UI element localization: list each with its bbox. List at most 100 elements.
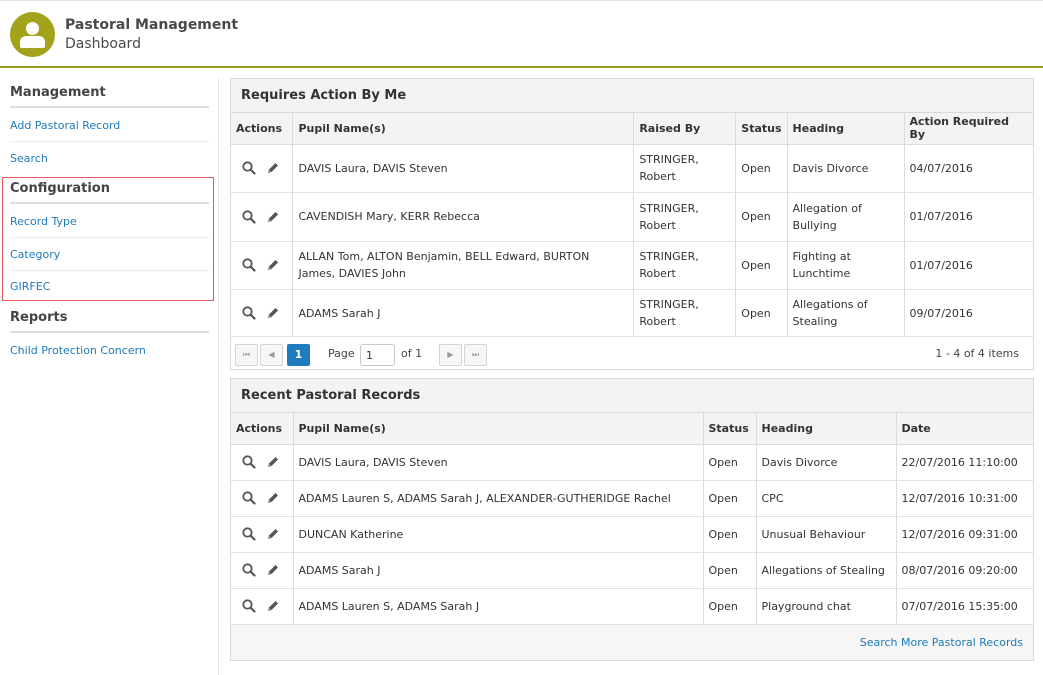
pager-prev-button[interactable]: ◀ bbox=[260, 344, 283, 366]
action-required-by-cell: 01/07/2016 bbox=[903, 241, 1033, 290]
table-row[interactable]: ALLAN Tom, ALTON Benjamin, BELL Edward, … bbox=[231, 241, 1033, 290]
view-record-search-icon[interactable] bbox=[240, 256, 258, 274]
view-record-search-icon[interactable] bbox=[240, 304, 258, 322]
edit-record-pencil-icon[interactable] bbox=[264, 208, 282, 226]
pager-page-label: Page bbox=[328, 347, 355, 360]
status-cell: Open bbox=[702, 516, 756, 553]
table-row[interactable]: ADAMS Sarah J Open Allegations of Stealing… bbox=[231, 552, 1033, 589]
view-record-search-icon[interactable] bbox=[240, 208, 258, 226]
column-header-pupil-names[interactable]: Pupil Name(s) bbox=[292, 113, 634, 145]
table-row[interactable]: ADAMS Lauren S, ADAMS Sarah J Open Playgro… bbox=[231, 588, 1033, 625]
requires-action-table: Actions Pupil Name(s) Raised By Status H… bbox=[231, 113, 1033, 337]
row-actions bbox=[231, 241, 293, 290]
column-header-date[interactable]: Date bbox=[895, 413, 1033, 445]
sidebar-heading-reports: Reports bbox=[10, 310, 209, 333]
column-header-pupil-names[interactable]: Pupil Name(s) bbox=[292, 413, 703, 445]
search-more-records-link[interactable]: Search More Pastoral Records bbox=[860, 636, 1023, 649]
heading-cell: CPC bbox=[755, 480, 896, 517]
date-cell: 07/07/2016 15:35:00 bbox=[895, 588, 1033, 625]
edit-record-pencil-icon[interactable] bbox=[264, 304, 282, 322]
table-row[interactable]: ADAMS Lauren S, ADAMS Sarah J, ALEXANDER… bbox=[231, 480, 1033, 517]
raised-by-cell: STRINGER, Robert bbox=[633, 241, 736, 290]
view-record-search-icon[interactable] bbox=[240, 489, 258, 507]
edit-record-pencil-icon[interactable] bbox=[264, 525, 282, 543]
view-record-search-icon[interactable] bbox=[240, 597, 258, 615]
status-cell: Open bbox=[735, 289, 788, 337]
row-actions bbox=[231, 480, 293, 517]
heading-cell: Allegations of Stealing bbox=[755, 552, 896, 589]
pupil-names-cell: ADAMS Sarah J bbox=[292, 289, 634, 337]
edit-record-pencil-icon[interactable] bbox=[264, 159, 282, 177]
row-actions bbox=[231, 552, 293, 589]
configuration-highlight-box bbox=[2, 177, 214, 301]
user-avatar-icon bbox=[10, 12, 55, 57]
status-cell: Open bbox=[735, 144, 788, 193]
pupil-names-cell: DAVIS Laura, DAVIS Steven bbox=[292, 144, 634, 193]
sidebar-item-child-protection-concern[interactable]: Child Protection Concern bbox=[10, 344, 209, 366]
action-required-by-cell: 04/07/2016 bbox=[903, 144, 1033, 193]
sidebar-item-search[interactable]: Search bbox=[10, 152, 209, 174]
edit-record-pencil-icon[interactable] bbox=[264, 489, 282, 507]
sidebar-heading-management: Management bbox=[10, 85, 209, 108]
heading-cell: Playground chat bbox=[755, 588, 896, 625]
row-actions bbox=[231, 588, 293, 625]
status-cell: Open bbox=[702, 588, 756, 625]
table-row[interactable]: DUNCAN Katherine Open Unusual Behaviour 12/… bbox=[231, 516, 1033, 553]
pager-page-1-button[interactable]: 1 bbox=[287, 344, 310, 366]
edit-record-pencil-icon[interactable] bbox=[264, 453, 282, 471]
edit-record-pencil-icon[interactable] bbox=[264, 256, 282, 274]
table-row[interactable]: ADAMS Sarah J STRINGER, Robert Open Allegat… bbox=[231, 289, 1033, 337]
status-cell: Open bbox=[702, 480, 756, 517]
row-actions bbox=[231, 516, 293, 553]
column-header-actions: Actions bbox=[231, 413, 293, 445]
date-cell: 22/07/2016 11:10:00 bbox=[895, 444, 1033, 481]
column-header-action-required-by[interactable]: Action Required By bbox=[903, 113, 1033, 145]
view-record-search-icon[interactable] bbox=[240, 453, 258, 471]
heading-cell: Davis Divorce bbox=[755, 444, 896, 481]
table-row[interactable]: DAVIS Laura, DAVIS Steven STRINGER, Rober… bbox=[231, 144, 1033, 193]
row-actions bbox=[231, 192, 293, 242]
sidebar: Management Add Pastoral Record Search Co… bbox=[0, 78, 219, 675]
date-cell: 12/07/2016 10:31:00 bbox=[895, 480, 1033, 517]
pager-info: 1 - 4 of 4 items bbox=[935, 347, 1019, 360]
sidebar-item-add-pastoral-record[interactable]: Add Pastoral Record bbox=[10, 119, 209, 142]
page-subtitle: Dashboard bbox=[65, 36, 141, 52]
edit-record-pencil-icon[interactable] bbox=[264, 597, 282, 615]
column-header-status[interactable]: Status bbox=[702, 413, 756, 445]
view-record-search-icon[interactable] bbox=[240, 525, 258, 543]
date-cell: 08/07/2016 09:20:00 bbox=[895, 552, 1033, 589]
heading-cell: Davis Divorce bbox=[786, 144, 904, 193]
app-title: Pastoral Management bbox=[65, 17, 239, 33]
column-header-status[interactable]: Status bbox=[735, 113, 788, 145]
row-actions bbox=[231, 289, 293, 337]
recent-records-title: Recent Pastoral Records bbox=[231, 379, 1033, 413]
row-actions bbox=[231, 144, 293, 193]
status-cell: Open bbox=[735, 192, 788, 242]
pupil-names-cell: CAVENDISH Mary, KERR Rebecca bbox=[292, 192, 634, 242]
column-header-raised-by[interactable]: Raised By bbox=[633, 113, 736, 145]
raised-by-cell: STRINGER, Robert bbox=[633, 192, 736, 242]
table-row[interactable]: DAVIS Laura, DAVIS Steven Open Davis Divor… bbox=[231, 444, 1033, 481]
pager-first-button[interactable]: ⏮ bbox=[235, 344, 258, 366]
pager-last-button[interactable]: ⏭ bbox=[464, 344, 487, 366]
column-header-heading[interactable]: Heading bbox=[786, 113, 904, 145]
requires-action-title: Requires Action By Me bbox=[231, 79, 1033, 113]
table-row[interactable]: CAVENDISH Mary, KERR Rebecca STRINGER, Ro… bbox=[231, 192, 1033, 242]
column-header-heading[interactable]: Heading bbox=[755, 413, 896, 445]
pager-of-label: of 1 bbox=[401, 347, 423, 360]
date-cell: 12/07/2016 09:31:00 bbox=[895, 516, 1033, 553]
heading-cell: Fighting at Lunchtime bbox=[786, 241, 904, 290]
status-cell: Open bbox=[702, 552, 756, 589]
action-required-by-cell: 01/07/2016 bbox=[903, 192, 1033, 242]
pager-next-button[interactable]: ▶ bbox=[439, 344, 462, 366]
pupil-names-cell: DUNCAN Katherine bbox=[292, 516, 703, 553]
recent-records-table: Actions Pupil Name(s) Status Heading Dat… bbox=[231, 413, 1033, 625]
pager-page-input[interactable] bbox=[360, 344, 395, 366]
view-record-search-icon[interactable] bbox=[240, 561, 258, 579]
pager: ⏮ ◀ 1 Page of 1 ▶ ⏭ 1 - 4 of 4 items bbox=[231, 337, 1033, 369]
heading-cell: Unusual Behaviour bbox=[755, 516, 896, 553]
edit-record-pencil-icon[interactable] bbox=[264, 561, 282, 579]
view-record-search-icon[interactable] bbox=[240, 159, 258, 177]
row-actions bbox=[231, 444, 293, 481]
status-cell: Open bbox=[735, 241, 788, 290]
